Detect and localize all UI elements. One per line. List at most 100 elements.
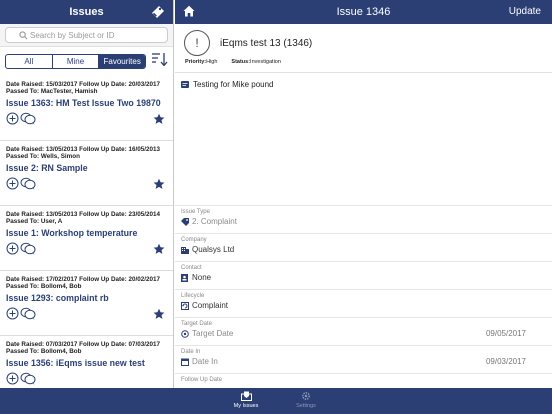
sidebar-title: Issues [69, 6, 104, 18]
issues-tray-icon [240, 391, 252, 401]
comments-icon[interactable] [20, 242, 36, 260]
item-title: Issue 1356: iEqms issue new test [6, 358, 145, 368]
search-placeholder: Search by Subject or ID [30, 30, 115, 40]
item-passed-to: Passed To: Bollom4, Bob [6, 283, 82, 290]
contact-card-icon [181, 273, 189, 282]
segment-mine[interactable]: Mine [53, 55, 100, 68]
issue-type-field[interactable]: Issue Type 2. Complaint [175, 205, 552, 233]
target-date-value: 09/05/2017 [485, 329, 526, 338]
calendar-icon [181, 358, 189, 366]
home-icon[interactable] [183, 5, 195, 20]
date-in-field[interactable]: Date In Date In 09/03/2017 [175, 345, 552, 373]
add-circle-icon[interactable] [6, 372, 19, 388]
item-passed-to: Passed To: Bollom4, Bob [6, 348, 82, 355]
favourite-star-icon[interactable] [153, 242, 165, 260]
tab-bar: My Issues Settings [0, 388, 552, 414]
favourite-star-icon[interactable] [153, 177, 165, 195]
item-dates: Date Raised: 13/05/2013 Follow Up Date: … [6, 146, 160, 153]
field-label: Lifecycle [181, 293, 205, 299]
search-bar: Search by Subject or ID [0, 24, 173, 47]
lifecycle-field[interactable]: Lifecycle Complaint [175, 289, 552, 317]
item-title: Issue 1363: HM Test Issue Two 19870 [6, 98, 161, 108]
detail-navbar: Issue 1346 Update [175, 0, 552, 24]
clear-filter-icon[interactable] [151, 5, 165, 21]
comments-icon[interactable] [20, 372, 36, 388]
tab-label: My Issues [233, 403, 259, 409]
add-circle-icon[interactable] [6, 112, 19, 130]
issue-list-item[interactable]: Date Raised: 15/03/2017 Follow Up Date: … [0, 76, 173, 141]
filter-segmented-control: All Mine Favourites [5, 54, 146, 69]
item-title: Issue 2: RN Sample [6, 163, 88, 173]
field-value: Qualsys Ltd [192, 245, 235, 254]
tag-icon [181, 217, 189, 226]
field-label: Date In [181, 349, 201, 355]
date-in-value: 09/03/2017 [485, 357, 526, 366]
follow-up-date-field[interactable]: Follow Up Date [175, 373, 552, 388]
favourite-star-icon[interactable] [153, 307, 165, 325]
tab-my-issues[interactable]: My Issues [226, 391, 266, 409]
search-icon [19, 31, 28, 40]
comments-icon[interactable] [20, 307, 36, 325]
issue-list: Date Raised: 15/03/2017 Follow Up Date: … [0, 76, 173, 388]
field-value: Complaint [192, 301, 229, 310]
description-text: Testing for Mike pound [193, 80, 274, 89]
item-dates: Date Raised: 15/03/2017 Follow Up Date: … [6, 81, 160, 88]
favourite-star-icon[interactable] [153, 112, 165, 130]
segment-all[interactable]: All [6, 55, 53, 68]
issue-list-item[interactable]: Date Raised: 13/05/2013 Follow Up Date: … [0, 206, 173, 271]
company-field[interactable]: Company Qualsys Ltd [175, 233, 552, 261]
status-indicator: ! [184, 30, 210, 56]
search-input[interactable]: Search by Subject or ID [5, 27, 168, 43]
priority-value: High [206, 59, 218, 65]
issue-header: ! iEqms test 13 (1346) [175, 24, 552, 56]
contact-field[interactable]: Contact None [175, 261, 552, 289]
issue-detail-panel: Issue 1346 Update ! iEqms test 13 (1346)… [175, 0, 552, 388]
item-passed-to: Passed To: User, A [6, 218, 63, 225]
item-dates: Date Raised: 17/02/2017 Follow Up Date: … [6, 276, 160, 283]
issue-description: Testing for Mike pound [181, 80, 274, 89]
divider [175, 72, 552, 73]
comments-icon[interactable] [20, 112, 36, 130]
add-circle-icon[interactable] [6, 177, 19, 195]
field-label: Issue Type [181, 209, 210, 215]
sort-icon[interactable] [151, 52, 169, 71]
item-dates: Date Raised: 07/03/2017 Follow Up Date: … [6, 341, 160, 348]
field-value: 2. Complaint [192, 217, 237, 226]
item-passed-to: Passed To: MacTester, Hamish [6, 88, 98, 95]
issues-sidebar: Issues Search by Subject or ID All Mine … [0, 0, 174, 388]
field-label: Follow Up Date [181, 377, 223, 383]
item-title: Issue 1293: complaint rb [6, 293, 109, 303]
comments-icon[interactable] [20, 177, 36, 195]
add-circle-icon[interactable] [6, 307, 19, 325]
status-label: Status: [231, 59, 251, 65]
target-icon [181, 329, 189, 338]
item-title: Issue 1: Workshop temperature [6, 228, 138, 238]
sidebar-navbar: Issues [0, 0, 173, 24]
gear-icon [302, 392, 310, 400]
item-passed-to: Passed To: Wells, Simon [6, 153, 80, 160]
issue-meta: Priority:High Status:Investigation [175, 56, 552, 65]
status-value: Investigation [250, 59, 281, 65]
field-label: Company [181, 237, 207, 243]
field-value: Target Date [192, 329, 234, 338]
cycle-icon [181, 301, 189, 310]
tab-settings[interactable]: Settings [286, 391, 326, 409]
tab-label: Settings [296, 403, 316, 409]
page-title: Issue 1346 [336, 6, 391, 18]
building-icon [181, 246, 189, 254]
issue-name: iEqms test 13 (1346) [220, 37, 313, 49]
field-value: None [192, 273, 212, 282]
field-label: Contact [181, 265, 202, 271]
issue-list-item[interactable]: Date Raised: 13/05/2013 Follow Up Date: … [0, 141, 173, 206]
description-icon [181, 81, 189, 88]
item-dates: Date Raised: 13/05/2013 Follow Up Date: … [6, 211, 160, 218]
target-date-field[interactable]: Target Date Target Date 09/05/2017 [175, 317, 552, 345]
issue-list-item[interactable]: Date Raised: 07/03/2017 Follow Up Date: … [0, 336, 173, 388]
issue-list-item[interactable]: Date Raised: 17/02/2017 Follow Up Date: … [0, 271, 173, 336]
add-circle-icon[interactable] [6, 242, 19, 260]
filter-row: All Mine Favourites [0, 47, 173, 76]
update-button[interactable]: Update [509, 6, 541, 17]
field-value: Date In [192, 357, 218, 366]
priority-label: Priority: [185, 59, 207, 65]
segment-favourites[interactable]: Favourites [99, 55, 145, 68]
